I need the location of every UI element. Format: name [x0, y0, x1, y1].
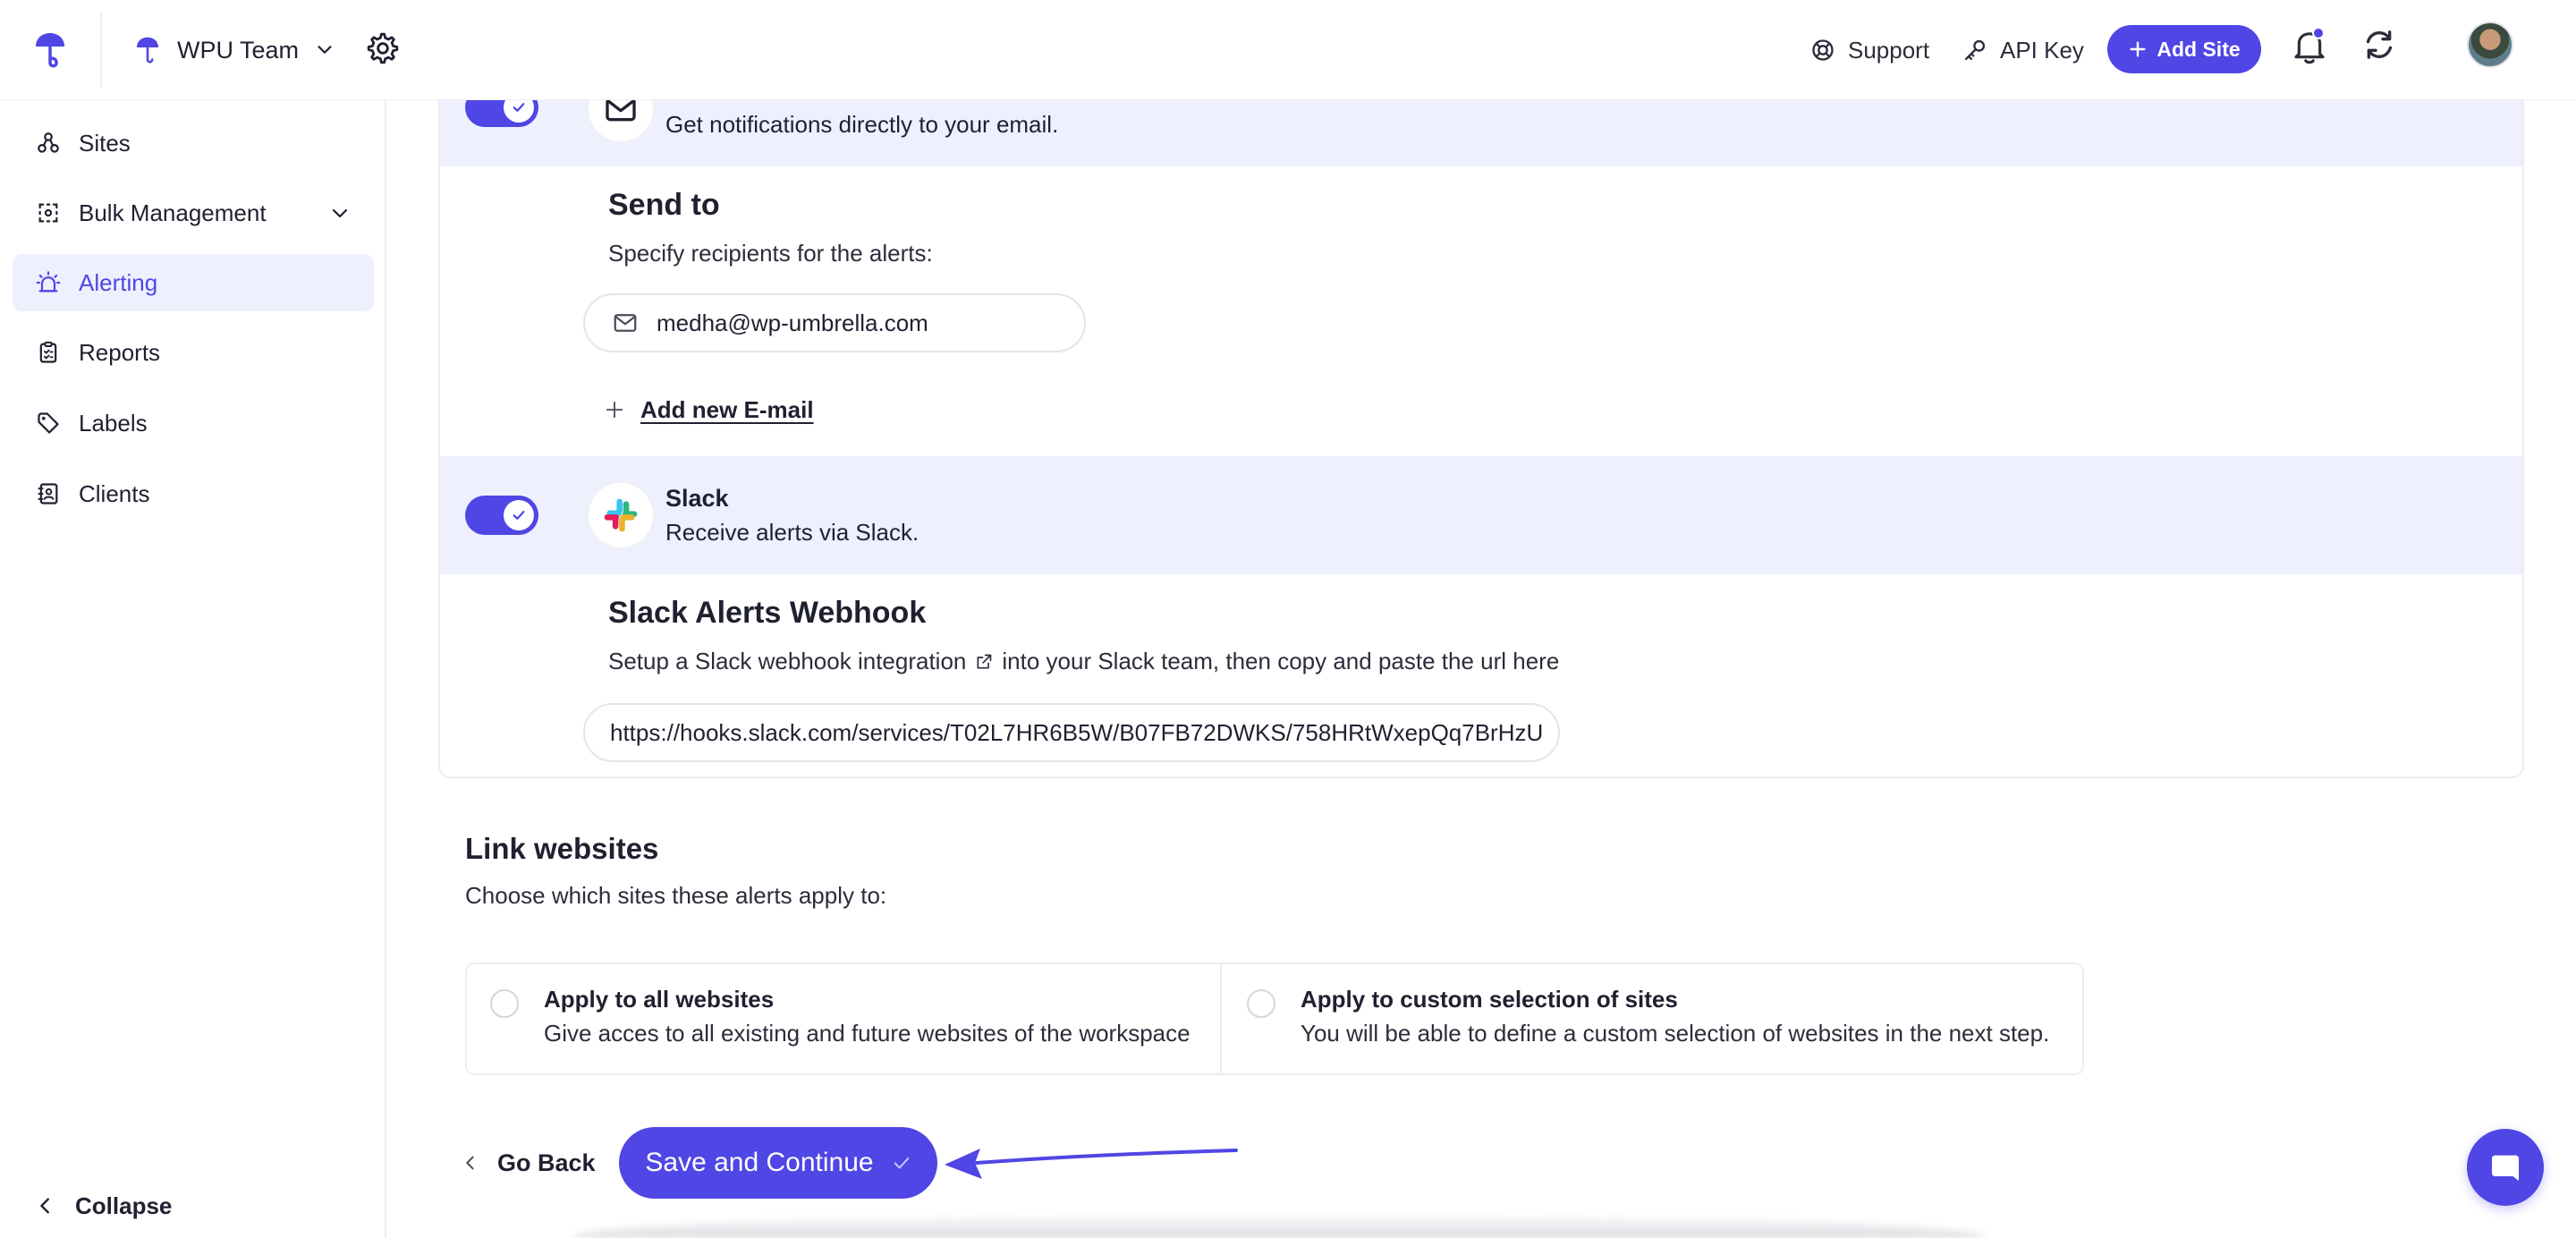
settings-gear-icon[interactable] — [365, 30, 401, 66]
add-site-button[interactable]: Add Site — [2107, 25, 2261, 73]
sidebar-item-label: Sites — [79, 129, 131, 157]
sidebar-item-sites[interactable]: Sites — [13, 114, 374, 172]
alert-channels-card: Get notifications directly to your email… — [438, 36, 2524, 778]
api-key-link[interactable]: API Key — [1962, 32, 2084, 68]
add-site-label: Add Site — [2157, 37, 2241, 61]
slack-channel-row — [440, 456, 2522, 574]
slack-channel-icon-wrap — [589, 483, 653, 547]
recipient-email-value: medha@wp-umbrella.com — [657, 309, 928, 336]
webhook-instructions-start: Setup a Slack webhook integration — [608, 648, 967, 674]
plus-icon — [606, 401, 623, 419]
contacts-book-icon — [38, 483, 58, 505]
send-to-title: Send to — [608, 188, 720, 222]
notification-dot — [2312, 27, 2325, 39]
send-to-subtitle: Specify recipients for the alerts: — [608, 240, 933, 267]
collapse-sidebar-button[interactable]: Collapse — [36, 1184, 172, 1227]
support-label: Support — [1848, 36, 1930, 64]
check-icon — [894, 1157, 909, 1169]
api-key-label: API Key — [2000, 36, 2084, 64]
chevron-left-icon — [40, 1198, 49, 1214]
slack-webhook-instructions: Setup a Slack webhook integration into y… — [608, 648, 1559, 675]
mail-icon — [614, 314, 637, 332]
slack-webhook-title: Slack Alerts Webhook — [608, 596, 927, 630]
recipient-email-field[interactable]: medha@wp-umbrella.com — [583, 293, 1086, 352]
sidebar-item-reports[interactable]: Reports — [13, 324, 374, 381]
sidebar-item-label: Clients — [79, 479, 150, 507]
check-icon — [513, 103, 525, 112]
lifebuoy-icon — [1812, 39, 1834, 61]
chevron-left-icon — [466, 1156, 474, 1170]
sidebar-item-label: Alerting — [79, 268, 158, 296]
go-back-button[interactable]: Go Back — [462, 1143, 596, 1183]
option-title: Apply to custom selection of sites — [1301, 986, 1678, 1013]
chat-support-button[interactable] — [2467, 1129, 2544, 1206]
chat-bubble-icon — [2492, 1155, 2519, 1181]
slack-logo-icon — [604, 498, 638, 532]
link-websites-subtitle: Choose which sites these alerts apply to… — [465, 882, 887, 909]
slack-webhook-url-value: https://hooks.slack.com/services/T02L7HR… — [610, 718, 1544, 746]
external-link-icon[interactable] — [975, 653, 993, 671]
slack-webhook-url-field[interactable]: https://hooks.slack.com/services/T02L7HR… — [583, 703, 1560, 762]
sidebar-item-clients[interactable]: Clients — [13, 465, 374, 522]
team-umbrella-icon — [137, 37, 158, 64]
link-websites-title: Link websites — [465, 832, 659, 865]
add-new-email-button[interactable]: Add new E-mail — [605, 392, 814, 428]
team-selector[interactable]: WPU Team — [134, 29, 335, 72]
slack-channel-name: Slack — [665, 485, 729, 512]
bulk-management-icon — [38, 203, 58, 223]
option-title: Apply to all websites — [544, 986, 775, 1013]
sidebar-item-alerting[interactable]: Alerting — [13, 254, 374, 311]
option-subtitle: Give acces to all existing and future we… — [544, 1020, 1191, 1047]
sidebar-item-label: Labels — [79, 409, 148, 437]
header-divider — [100, 13, 102, 88]
collapse-label: Collapse — [75, 1191, 173, 1219]
support-link[interactable]: Support — [1810, 32, 1929, 68]
go-back-label: Go Back — [497, 1149, 596, 1176]
tag-icon — [38, 412, 59, 434]
webhook-instructions-end: into your Slack team, then copy and past… — [1002, 648, 1560, 674]
sidebar-item-label: Reports — [79, 338, 161, 366]
save-and-continue-label: Save and Continue — [645, 1148, 874, 1177]
team-name: WPU Team — [177, 36, 300, 64]
slack-toggle[interactable] — [465, 496, 538, 535]
sidebar-item-label: Bulk Management — [79, 199, 267, 226]
sidebar-item-labels[interactable]: Labels — [13, 394, 374, 452]
key-icon — [1964, 39, 1986, 61]
radio-apply-all[interactable] — [490, 989, 519, 1018]
plus-icon — [2130, 41, 2146, 57]
user-avatar[interactable] — [2467, 21, 2513, 68]
check-icon — [513, 511, 525, 520]
wp-umbrella-logo-icon[interactable] — [32, 30, 68, 70]
option-apply-all-websites[interactable]: Apply to all websites Give acces to all … — [467, 964, 1222, 1073]
refresh-icon[interactable] — [2361, 27, 2397, 63]
annotation-arrow-icon — [945, 1149, 1238, 1179]
website-scope-options: Apply to all websites Give acces to all … — [465, 962, 2084, 1075]
radio-custom-selection[interactable] — [1247, 989, 1275, 1018]
option-custom-selection[interactable]: Apply to custom selection of sites You w… — [1224, 964, 2082, 1073]
chevron-down-icon — [318, 46, 332, 54]
bottom-fade — [572, 1213, 1986, 1238]
sidebar-item-bulk-management[interactable]: Bulk Management — [13, 184, 374, 242]
alert-siren-icon — [36, 271, 61, 293]
save-and-continue-button[interactable]: Save and Continue — [619, 1127, 937, 1199]
top-bar: WPU Team Support API Key Add Site — [0, 0, 2576, 100]
toggle-knob — [504, 500, 534, 530]
report-clipboard-icon — [39, 341, 57, 363]
slack-channel-description: Receive alerts via Slack. — [665, 519, 919, 546]
add-email-label: Add new E-mail — [640, 395, 814, 423]
chevron-down-icon — [332, 208, 348, 218]
email-channel-description: Get notifications directly to your email… — [665, 111, 1059, 138]
option-subtitle: You will be able to define a custom sele… — [1301, 1020, 2050, 1047]
sites-icon — [38, 132, 59, 153]
sidebar: Sites Bulk Management Alerting Reports L… — [0, 100, 386, 1238]
